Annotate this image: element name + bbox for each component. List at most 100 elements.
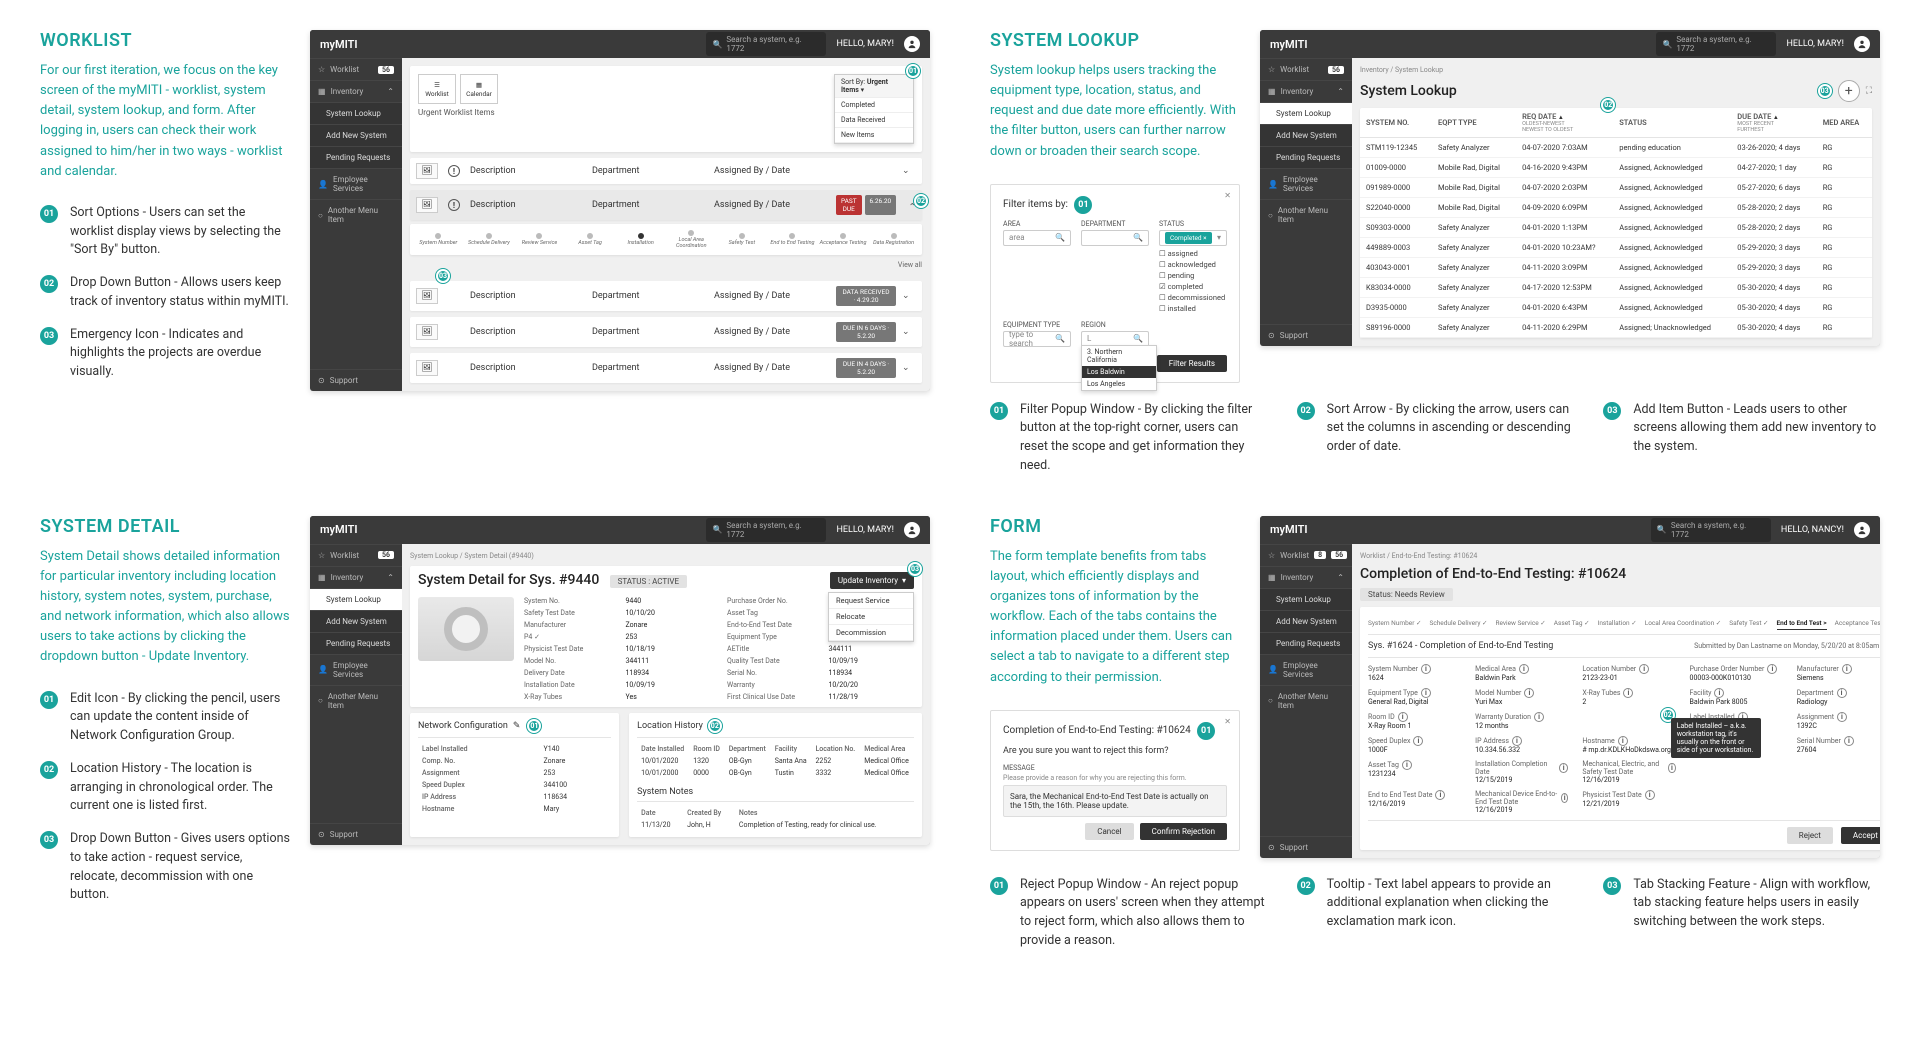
info-icon[interactable]: i [1844, 736, 1854, 746]
table-row[interactable]: 403043-0001Safety Analyzer04-11-2020 3:0… [1360, 258, 1872, 278]
info-icon[interactable]: i [1618, 736, 1628, 746]
sidebar-other[interactable]: ○ Another Menu Item [310, 199, 402, 230]
info-icon[interactable]: i [1524, 688, 1534, 698]
table-row[interactable]: 449889-0003Safety Analyzer04-01-2020 10:… [1360, 238, 1872, 258]
close-icon[interactable]: ✕ [1224, 191, 1231, 200]
page-title: System Lookup [1360, 83, 1457, 99]
table-row[interactable]: 01009-0000Mobile Rad, Digital04-16-2020 … [1360, 158, 1872, 178]
info-icon[interactable]: i [1639, 664, 1649, 674]
reject-confirm-button[interactable]: Confirm Rejection [1140, 823, 1227, 840]
sidebar-worklist[interactable]: ☆ Worklist56 [310, 58, 402, 80]
filter-status[interactable]: Completed ×▾ [1159, 230, 1227, 246]
info-icon[interactable]: i [1561, 793, 1568, 803]
sidebar-add-new[interactable]: Add New System [310, 124, 402, 146]
marker-01: 01 [1197, 722, 1215, 740]
list-row[interactable]: 🖼 DescriptionDepartmentAssigned By / Dat… [410, 317, 922, 347]
callout-03-text: Emergency Icon - Indicates and highlight… [70, 326, 290, 382]
info-icon[interactable]: i [1421, 688, 1431, 698]
reject-button[interactable]: Reject [1787, 827, 1833, 844]
lookup-body: System lookup helps users tracking the e… [990, 61, 1240, 162]
step-tabs[interactable]: System Number ✓Schedule Delivery ✓Review… [1368, 613, 1880, 635]
marker-01: 01 [527, 719, 541, 733]
search-input[interactable]: 🔍Search a system, e.g. 1772 [706, 518, 826, 542]
form-meta-grid: Label Installed – a.k.a. workstation tag… [1368, 664, 1880, 814]
sidebar-inventory[interactable]: ▦ Inventory⌃ [310, 80, 402, 102]
tab-calendar[interactable]: ▦Calendar [460, 74, 498, 104]
table-row[interactable]: S22040-0000Mobile Rad, Digital04-09-2020… [1360, 198, 1872, 218]
info-icon[interactable]: i [1837, 688, 1847, 698]
marker-01: 01 [1074, 196, 1092, 214]
table-row[interactable]: S89196-0000Safety Analyzer04-11-2020 6:2… [1360, 318, 1872, 338]
sidebar-employee[interactable]: 👤 Employee Services [310, 168, 402, 199]
breadcrumb: System Lookup / System Detail (#9440) [410, 552, 922, 560]
filter-popup: ✕ Filter items by: 01 AREAarea🔍 DEPARTME… [990, 184, 1240, 383]
submitted-by: Submitted by Dan Lastname on Monday, 5/2… [1694, 642, 1880, 650]
accept-button[interactable]: Accept [1841, 827, 1880, 844]
info-icon[interactable]: i [1421, 664, 1431, 674]
avatar[interactable] [904, 36, 920, 52]
callout-badge-03: 03 [40, 327, 58, 345]
table-row[interactable]: K83034-0000Safety Analyzer04-17-2020 12:… [1360, 278, 1872, 298]
info-icon[interactable]: i [1668, 763, 1675, 773]
reject-cancel-button[interactable]: Cancel [1085, 823, 1133, 840]
info-icon[interactable]: i [1398, 712, 1408, 722]
info-icon[interactable]: i [1842, 664, 1852, 674]
info-icon[interactable]: i [1519, 664, 1529, 674]
table-row[interactable]: 091989-0000Mobile Rad, Digital04-07-2020… [1360, 178, 1872, 198]
tab-worklist[interactable]: ☰Worklist [418, 74, 456, 104]
filter-eqpt[interactable]: type to search🔍 [1003, 331, 1071, 347]
info-icon[interactable]: i [1413, 736, 1423, 746]
sidebar-support[interactable]: ⊙ Support [310, 369, 402, 391]
sort-by-menu[interactable]: Sort By: Urgent Items ▾ Completed Data R… [834, 74, 914, 144]
info-icon[interactable]: i [1714, 688, 1724, 698]
info-icon[interactable]: i [1767, 664, 1777, 674]
list-row[interactable]: 🖼 DescriptionDepartmentAssigned By / Dat… [410, 281, 922, 311]
update-inventory-button[interactable]: Update Inventory ▾ [830, 572, 914, 589]
search-input[interactable]: 🔍Search a system, e.g. 1772 [1656, 32, 1776, 56]
urgent-row-2[interactable]: 🖼 ! Description Department Assigned By /… [410, 190, 922, 220]
table-row[interactable]: S09303-0000Safety Analyzer04-01-2020 1:1… [1360, 218, 1872, 238]
info-icon[interactable]: i [1837, 712, 1847, 722]
filter-area[interactable]: area🔍 [1003, 230, 1071, 246]
expand-icon[interactable] [902, 166, 916, 176]
sidebar-system-lookup[interactable]: System Lookup [310, 102, 402, 124]
reject-message-value[interactable]: Sara, the Mechanical End-to-End Test Dat… [1003, 785, 1227, 817]
region-suggestions[interactable]: 3. Northern California Los Baldwin Los A… [1081, 345, 1157, 391]
urgent-row-1[interactable]: 🖼 ! Description Department Assigned By /… [410, 158, 922, 184]
equipment-image [418, 597, 514, 661]
filter-icon[interactable]: ⛶ [1866, 86, 1872, 96]
sort-due-date[interactable]: DUE DATE [1737, 112, 1779, 121]
info-icon[interactable]: i [1559, 763, 1568, 773]
search-input[interactable]: 🔍 Search a system, e.g. 1772 [706, 32, 826, 56]
page-title: Completion of End-to-End Testing: #10624 [1360, 566, 1880, 582]
info-icon[interactable]: i [1645, 790, 1655, 800]
info-icon[interactable]: i [1623, 688, 1633, 698]
info-icon[interactable]: i [1534, 712, 1544, 722]
info-icon[interactable]: i [1402, 760, 1412, 770]
lookup-header: SYSTEM LOOKUP [990, 30, 1240, 51]
filter-dept[interactable]: 🔍 [1081, 230, 1149, 246]
info-icon[interactable]: i [1512, 736, 1522, 746]
update-dropdown[interactable]: Request Service Relocate Decommission [828, 592, 914, 642]
close-icon[interactable]: ✕ [1224, 717, 1231, 726]
network-config-table: Label InstalledY140Comp. No.ZonareAssign… [418, 743, 611, 815]
sort-req-date[interactable]: REQ DATE [1522, 112, 1564, 121]
sidebar-pending[interactable]: Pending Requests [310, 146, 402, 168]
info-icon[interactable]: i [1435, 790, 1445, 800]
list-row[interactable]: 🖼 DescriptionDepartmentAssigned By / Dat… [410, 353, 922, 383]
search-input[interactable]: 🔍Search a system, e.g. 1772 [1651, 518, 1771, 542]
callout-02-text: Drop Down Button - Allows users keep tra… [70, 274, 290, 312]
edit-icon[interactable]: ✎ [513, 721, 521, 731]
detail-body: System Detail shows detailed information… [40, 547, 290, 668]
marker-03: 03 [1818, 84, 1832, 98]
view-all-link[interactable]: View all [410, 261, 922, 269]
table-row[interactable]: STM119-12345Safety Analyzer04-07-2020 7:… [1360, 138, 1872, 158]
form-app: myMITI 🔍Search a system, e.g. 1772 HELLO… [1260, 516, 1880, 858]
filter-apply-button[interactable]: Filter Results [1157, 355, 1227, 372]
table-row[interactable]: D3935-0000Safety Analyzer04-01-2020 6:43… [1360, 298, 1872, 318]
worklist-header: WORKLIST [40, 30, 290, 51]
add-item-button[interactable]: + [1838, 80, 1860, 102]
workflow-steps: System Number Schedule Delivery Review S… [410, 224, 922, 255]
reject-subtitle: Are you sure you want to reject this for… [1003, 746, 1227, 756]
sub-heading: Sys. #1624 - Completion of End-to-End Te… [1368, 641, 1553, 651]
